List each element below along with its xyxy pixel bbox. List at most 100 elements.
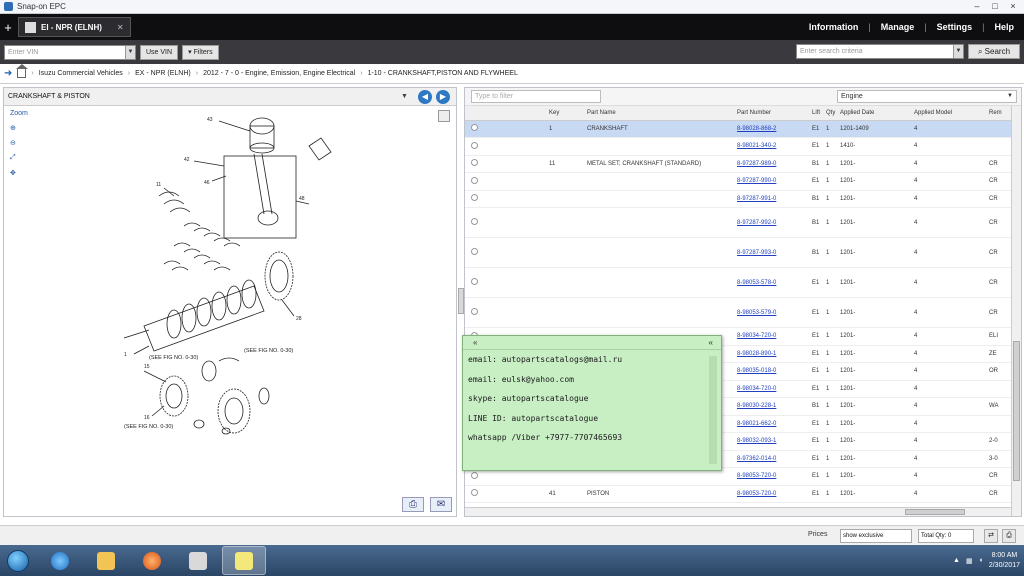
breadcrumb-item[interactable]: Isuzu Commercial Vehicles [39,70,123,77]
menu-information[interactable]: Information [809,22,859,32]
quantity-select[interactable]: Total Qty: 0 [918,529,974,543]
start-button[interactable] [0,545,36,576]
row-radio[interactable] [471,248,478,255]
table-row[interactable]: 1 CRANKSHAFT 8-98028-868-2 E1 1 1201-1409 4 [465,120,1021,138]
diagram-callout[interactable]: 16 [144,415,150,421]
row-radio[interactable] [471,278,478,285]
tray-arrow-icon[interactable]: ▲ [953,557,960,564]
row-radio[interactable] [471,471,478,479]
part-number-link[interactable]: 8-98035-018-0 [735,362,810,381]
overview-icon[interactable] [438,110,450,122]
diagram-callout[interactable]: 15 [144,364,150,370]
filter-input[interactable]: Type to filter [471,90,601,103]
zoom-out-icon[interactable]: ⊖ [10,139,24,147]
popup-close-icon[interactable]: « [709,338,713,347]
taskbar-notes[interactable] [222,546,266,575]
part-number-link[interactable]: 8-97287-993-0 [735,237,810,268]
table-row[interactable]: 8-97287-991-0 B1 1 1201- 4 CR [465,190,1021,208]
row-radio[interactable] [471,489,478,497]
table-row[interactable]: 8-97287-990-0 E1 1 1201- 4 CR [465,172,1021,191]
row-select-cell[interactable] [465,267,547,298]
row-select-cell[interactable] [465,155,547,173]
row-select-cell[interactable] [465,207,547,238]
fit-icon[interactable]: ⤢ [10,154,24,162]
table-row[interactable]: 8-98021-340-2 E1 1 1410- 4 [465,137,1021,156]
diagram-callout[interactable]: 28 [296,316,302,322]
part-number-link[interactable]: 8-97287-991-0 [735,190,810,208]
vin-input[interactable]: Enter VIN ▼ [4,44,136,60]
part-number-link[interactable]: 8-98053-579-0 [735,297,810,328]
vertical-scrollbar[interactable] [1011,106,1021,516]
row-radio[interactable] [471,194,478,202]
diagram-callout[interactable]: 1 [124,352,127,358]
chevron-down-icon[interactable]: ▼ [401,88,408,105]
part-number-link[interactable]: 8-98053-720-0 [735,467,810,486]
column-header[interactable]: Lift [810,106,824,121]
popup-collapse-icon[interactable]: « [473,338,477,347]
table-row[interactable]: 41 PISTON 8-98053-720-0 E1 1 1201- 4 CR [465,485,1021,503]
row-select-cell[interactable] [465,137,547,156]
part-number-link[interactable]: 8-98034-720-0 [735,327,810,346]
view-select[interactable]: Engine ▼ [837,90,1017,103]
price-select[interactable]: show exclusive [840,529,912,543]
column-header[interactable] [465,106,547,121]
scroll-thumb[interactable] [1013,341,1020,481]
row-radio[interactable] [471,124,478,132]
email-icon[interactable]: ✉ [430,497,452,512]
row-radio[interactable] [471,141,478,149]
column-header[interactable]: Qty [824,106,838,121]
network-icon[interactable]: ▦ [966,557,973,565]
maximize-icon[interactable]: □ [986,0,1004,14]
print-list-icon[interactable]: ⎙ [1002,529,1016,543]
part-number-link[interactable]: 8-98053-720-0 [735,485,810,503]
prev-illustration-icon[interactable]: ◀ [418,90,432,104]
row-select-cell[interactable] [465,120,547,138]
exploded-parts-diagram[interactable]: 43 42 46 48 11 28 1 15 16 (SEE FIG NO. 0… [104,106,354,436]
row-select-cell[interactable] [465,297,547,328]
horizontal-scrollbar[interactable] [465,507,1011,516]
diagram-callout[interactable]: 42 [184,157,190,163]
part-number-link[interactable]: 8-97287-989-0 [735,155,810,173]
popup-scrollbar[interactable] [709,356,717,464]
diagram-callout[interactable]: 11 [156,182,161,188]
table-row[interactable]: 8-97287-992-0 B1 1 1201- 4 CR [465,207,1021,238]
menu-help[interactable]: Help [994,22,1014,32]
row-radio[interactable] [471,176,478,184]
table-row[interactable]: 8-98053-578-0 E1 1 1201- 4 CR [465,267,1021,298]
part-number-link[interactable]: 8-98034-720-0 [735,380,810,398]
part-number-link[interactable]: 8-98053-578-0 [735,267,810,298]
diagram-callout[interactable]: 48 [299,196,305,202]
taskbar-epc[interactable] [176,546,220,575]
column-header[interactable]: Key [547,106,585,121]
use-vin-button[interactable]: Use VIN [140,44,179,60]
part-number-link[interactable]: 8-98030-228-1 [735,397,810,416]
part-number-link[interactable]: 8-98028-890-1 [735,345,810,363]
minimize-icon[interactable]: – [968,0,986,14]
row-select-cell[interactable] [465,190,547,208]
part-number-link[interactable]: 8-97362-014-0 [735,450,810,468]
tab-close-icon[interactable]: ✕ [117,23,124,32]
row-select-cell[interactable] [465,172,547,191]
column-header[interactable]: Part Number [735,106,810,121]
tab-catalog[interactable]: EI - NPR (ELNH) ✕ [18,17,131,37]
breadcrumb-item[interactable]: EX - NPR (ELNH) [135,70,191,77]
table-row[interactable]: 8-97287-993-0 B1 1 1201- 4 CR [465,237,1021,268]
breadcrumb-item[interactable]: 1-10 - CRANKSHAFT,PISTON AND FLYWHEEL [368,70,518,77]
search-input[interactable]: Enter search criteria ▼ [796,44,964,59]
taskbar-ie[interactable] [38,546,82,575]
home-icon[interactable] [16,64,29,78]
volume-icon[interactable]: ◖ [979,557,983,564]
new-tab-icon[interactable]: + [2,20,14,35]
chevron-down-icon[interactable]: ▼ [953,45,963,58]
menu-settings[interactable]: Settings [937,22,973,32]
breadcrumb-item[interactable]: 2012 - 7 - 0 - Engine, Emission, Engine … [203,70,355,77]
back-arrow-icon[interactable]: ➜ [4,68,12,79]
diagram-callout[interactable]: 46 [204,180,210,186]
part-number-link[interactable]: 8-97287-992-0 [735,207,810,238]
pan-icon[interactable]: ✥ [10,169,24,177]
part-number-link[interactable]: 8-98021-662-0 [735,415,810,433]
row-radio[interactable] [471,308,478,315]
part-number-link[interactable]: 8-98028-868-2 [735,120,810,138]
part-number-link[interactable]: 8-98032-093-1 [735,432,810,451]
close-icon[interactable]: × [1004,0,1022,14]
